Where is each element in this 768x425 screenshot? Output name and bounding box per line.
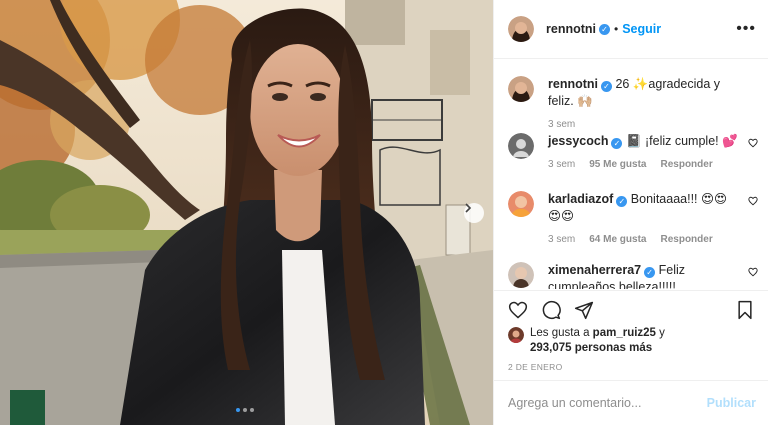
list-item: ximenaherrera7 ✓ Feliz cumpleaños belleza… [508,262,758,289]
comment-meta: 3 sem 95 Me gusta Responder [548,159,758,170]
comment-body: ximenaherrera7 ✓ Feliz cumpleaños belleza… [548,262,740,289]
avatar[interactable] [508,16,534,42]
comment-username[interactable]: rennotni [548,77,598,91]
comment-body: rennotni ✓ 26 ✨agradecida y feliz. 🙌🏼 [548,76,740,110]
publish-button[interactable]: Publicar [707,396,756,410]
caption: rennotni ✓ 26 ✨agradecida y feliz. 🙌🏼 3 s… [508,76,758,130]
save-bookmark-icon[interactable] [736,300,754,320]
carousel-dot [250,408,254,412]
likes-prefix: Les gusta a [530,327,590,339]
comment-username[interactable]: jessycoch [548,134,608,148]
carousel-indicator [236,408,254,412]
carousel-dot [243,408,247,412]
more-options-icon[interactable]: ••• [736,20,756,38]
comment-time[interactable]: 3 sem [548,119,575,130]
comment-meta: 3 sem 64 Me gusta Responder [548,234,758,245]
likes-text: Les gusta a pam_ruiz25 y 293,075 persona… [530,326,665,356]
like-comment-heart-icon[interactable] [748,195,758,209]
post-photo[interactable] [0,0,493,425]
comment-body: jessycoch ✓ 📓 ¡feliz cumple! 💕 [548,133,740,150]
comment-input[interactable] [508,396,707,410]
liker-username[interactable]: pam_ruiz25 [593,327,656,339]
verified-badge-icon: ✓ [616,196,628,207]
carousel-dot [236,408,240,412]
post-actions [494,290,768,328]
verified-badge-icon: ✓ [599,23,610,35]
like-heart-icon[interactable] [508,300,528,320]
reply-button[interactable]: Responder [660,159,712,170]
comment-likes[interactable]: 64 Me gusta [589,234,646,245]
verified-badge-icon: ✓ [644,267,656,278]
like-comment-heart-icon[interactable] [748,266,758,280]
avatar[interactable] [508,262,534,288]
comments-list[interactable]: rennotni ✓ 26 ✨agradecida y feliz. 🙌🏼 3 s… [494,60,768,289]
share-paper-plane-icon[interactable] [574,300,594,320]
comment-time[interactable]: 3 sem [548,159,575,170]
verified-badge-icon: ✓ [611,138,623,149]
follow-button[interactable]: Seguir [622,22,661,36]
separator: • [614,22,619,36]
instagram-post-modal: rennotni ✓ • Seguir ••• rennotni ✓ 26 ✨ag… [0,0,768,425]
post-header: rennotni ✓ • Seguir ••• [494,0,768,59]
avatar[interactable] [508,327,524,343]
post-side-panel: rennotni ✓ • Seguir ••• rennotni ✓ 26 ✨ag… [493,0,768,425]
comment-username[interactable]: karladiazof [548,192,613,206]
post-photo-illustration [0,0,493,425]
list-item: jessycoch ✓ 📓 ¡feliz cumple! 💕 3 sem 95 M… [508,133,758,170]
like-comment-heart-icon[interactable] [748,137,758,151]
likes-conjunction: y [659,327,665,339]
avatar[interactable] [508,133,534,159]
likes-count[interactable]: 293,075 personas más [530,342,652,354]
comment-meta: 3 sem [548,119,758,130]
avatar[interactable] [508,76,534,102]
avatar[interactable] [508,191,534,217]
reply-button[interactable]: Responder [660,234,712,245]
verified-badge-icon: ✓ [601,81,612,92]
add-comment-bar: Publicar [494,380,768,425]
carousel-next-button[interactable] [464,203,484,223]
post-date[interactable]: 2 DE ENERO [508,362,563,372]
comment-time[interactable]: 3 sem [548,234,575,245]
comment-bubble-icon[interactable] [541,300,561,320]
comment-body: karladiazof ✓ Bonitaaaa!!! 😍😍😍😍 [548,191,740,225]
comment-text: 📓 ¡feliz cumple! 💕 [625,134,738,148]
author-username[interactable]: rennotni [546,22,596,36]
comment-likes[interactable]: 95 Me gusta [589,159,646,170]
comment-username[interactable]: ximenaherrera7 [548,263,641,277]
likes-summary: Les gusta a pam_ruiz25 y 293,075 persona… [508,326,758,356]
list-item: karladiazof ✓ Bonitaaaa!!! 😍😍😍😍 3 sem 64 … [508,191,758,245]
chevron-right-icon [465,203,472,213]
